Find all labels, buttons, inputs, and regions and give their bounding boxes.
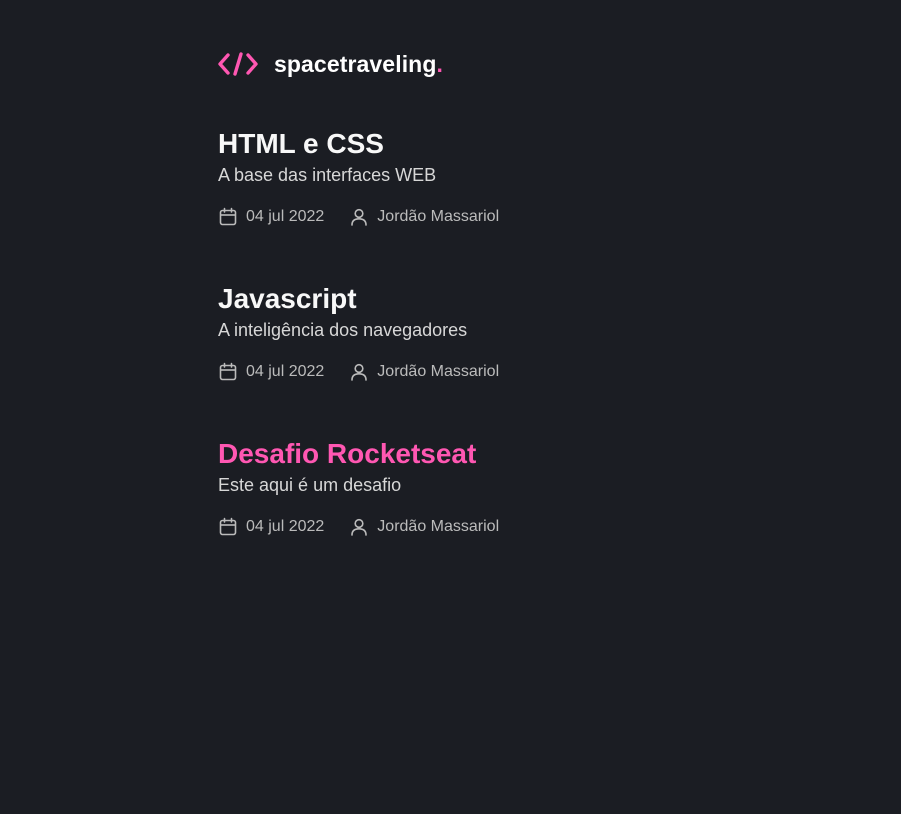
post-subtitle: Este aqui é um desafio	[218, 475, 402, 495]
post-date: 04 jul 2022	[218, 517, 324, 537]
post-author: Jordão Massariol	[349, 517, 499, 537]
post-date-text: 04 jul 2022	[246, 363, 325, 380]
post-title[interactable]: Desafio Rocketseat	[218, 437, 818, 471]
brand-dot: .	[436, 50, 443, 77]
post-subtitle: A base das interfaces WEB	[218, 165, 437, 185]
post-date-text: 04 jul 2022	[246, 208, 325, 225]
code-brackets-icon	[218, 52, 258, 76]
brand-logo-link[interactable]: spacetraveling.	[218, 48, 443, 80]
post-info: 04 jul 2022 Jordão Massariol	[218, 361, 818, 383]
post-title[interactable]: Javascript	[218, 282, 818, 316]
post-info: 04 jul 2022 Jordão Massariol	[218, 516, 818, 538]
calendar-icon	[219, 207, 237, 226]
post-item[interactable]: Javascript A inteligência dos navegadore…	[218, 282, 818, 383]
post-date: 04 jul 2022	[218, 207, 324, 227]
brand-name: spacetraveling	[274, 50, 437, 77]
post-author-text: Jordão Massariol	[377, 363, 500, 380]
post-author-text: Jordão Massariol	[377, 208, 500, 225]
post-title[interactable]: HTML e CSS	[218, 127, 818, 161]
user-icon	[351, 518, 368, 536]
post-author: Jordão Massariol	[349, 362, 499, 382]
user-icon	[351, 363, 368, 381]
calendar-icon	[219, 362, 237, 381]
post-info: 04 jul 2022 Jordão Massariol	[218, 206, 818, 228]
post-item[interactable]: HTML e CSS A base das interfaces WEB 04 …	[218, 127, 818, 228]
post-subtitle: A inteligência dos navegadores	[218, 320, 468, 340]
post-item[interactable]: Desafio Rocketseat Este aqui é um desafi…	[218, 437, 818, 538]
user-icon	[351, 208, 368, 226]
post-date: 04 jul 2022	[218, 362, 324, 382]
calendar-icon	[219, 517, 237, 536]
post-author: Jordão Massariol	[349, 207, 499, 227]
post-date-text: 04 jul 2022	[246, 518, 325, 535]
post-author-text: Jordão Massariol	[377, 518, 500, 535]
